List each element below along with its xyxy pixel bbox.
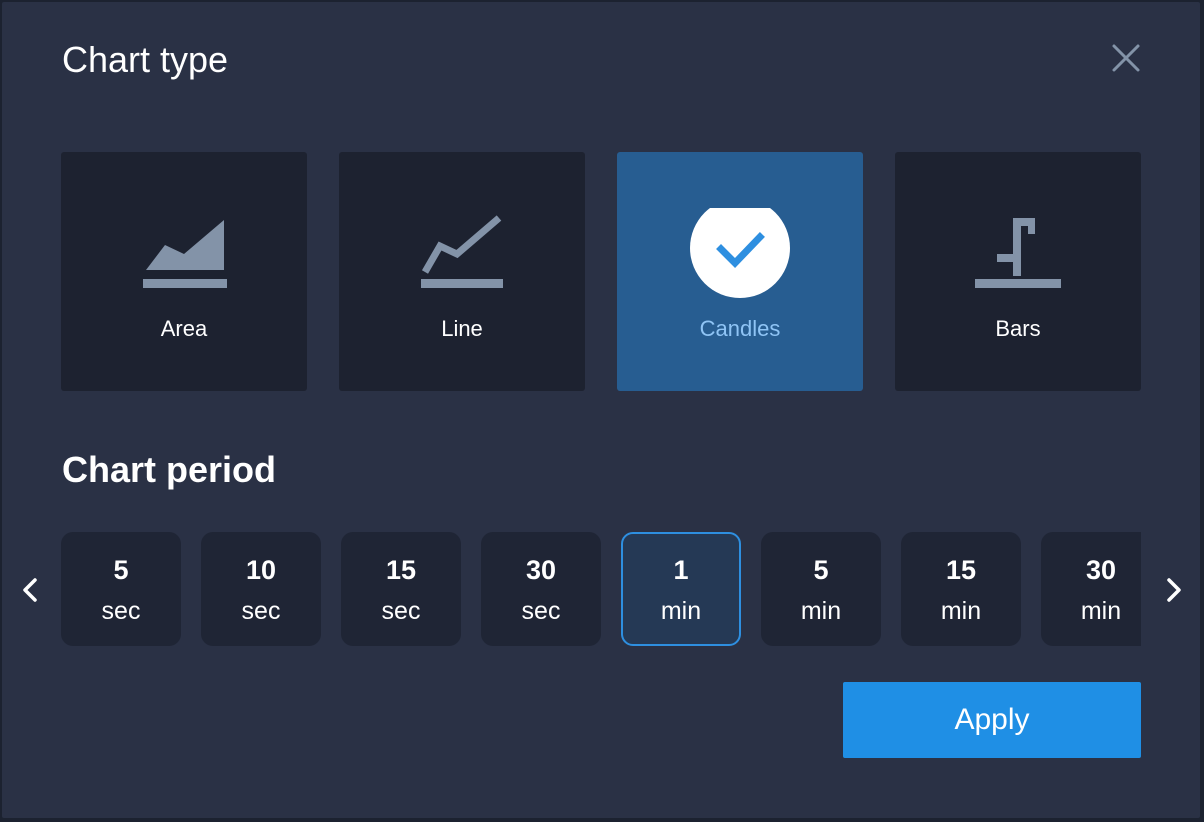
- period-value: 5: [113, 555, 129, 585]
- close-icon: [1112, 44, 1140, 72]
- period-option-30-min[interactable]: 30 min: [1041, 532, 1141, 646]
- period-unit: min: [660, 597, 702, 625]
- period-unit: min: [1080, 597, 1122, 625]
- period-option-30-sec[interactable]: 30 sec: [481, 532, 601, 646]
- chevron-right-icon[interactable]: [1160, 572, 1188, 608]
- period-carousel: 5 sec 10 sec 15 sec 30 sec 1 min 5 min 1…: [61, 532, 1141, 648]
- period-unit: sec: [521, 597, 561, 625]
- period-unit: min: [800, 597, 842, 625]
- bars-chart-icon: [975, 218, 1061, 288]
- chart-type-label: Bars: [995, 316, 1041, 341]
- chart-type-label: Area: [160, 316, 208, 341]
- dialog-title: Chart type: [62, 39, 229, 80]
- period-value: 10: [245, 555, 277, 585]
- chart-settings-dialog: Chart type Area Line Candles Bars Chart …: [2, 2, 1200, 818]
- period-option-5-min[interactable]: 5 min: [761, 532, 881, 646]
- period-option-5-sec[interactable]: 5 sec: [61, 532, 181, 646]
- chart-type-bars[interactable]: Bars: [895, 152, 1141, 391]
- period-option-15-min[interactable]: 15 min: [901, 532, 1021, 646]
- area-chart-icon: [143, 220, 227, 288]
- period-option-10-sec[interactable]: 10 sec: [201, 532, 321, 646]
- period-value: 30: [1085, 555, 1117, 585]
- close-button[interactable]: [1106, 38, 1146, 78]
- period-value: 30: [525, 555, 557, 585]
- period-option-15-sec[interactable]: 15 sec: [341, 532, 461, 646]
- period-unit: sec: [381, 597, 421, 625]
- chart-type-area[interactable]: Area: [61, 152, 307, 391]
- period-value: 15: [945, 555, 977, 585]
- chevron-left-icon[interactable]: [16, 572, 44, 608]
- chart-type-candles[interactable]: Candles: [617, 152, 863, 391]
- apply-button[interactable]: Apply: [843, 682, 1141, 758]
- checkmark-icon: [690, 208, 790, 298]
- period-value: 1: [673, 555, 689, 585]
- period-unit: sec: [101, 597, 141, 625]
- period-value: 15: [385, 555, 417, 585]
- period-option-1-min[interactable]: 1 min: [621, 532, 741, 646]
- period-unit: sec: [241, 597, 281, 625]
- chart-type-options: Area Line Candles Bars: [61, 152, 1141, 391]
- chart-type-line[interactable]: Line: [339, 152, 585, 391]
- chart-period-title: Chart period: [62, 449, 277, 490]
- period-value: 5: [813, 555, 829, 585]
- chart-type-label: Candles: [699, 316, 781, 341]
- chart-type-label: Line: [441, 316, 483, 341]
- period-unit: min: [940, 597, 982, 625]
- line-chart-icon: [421, 215, 503, 288]
